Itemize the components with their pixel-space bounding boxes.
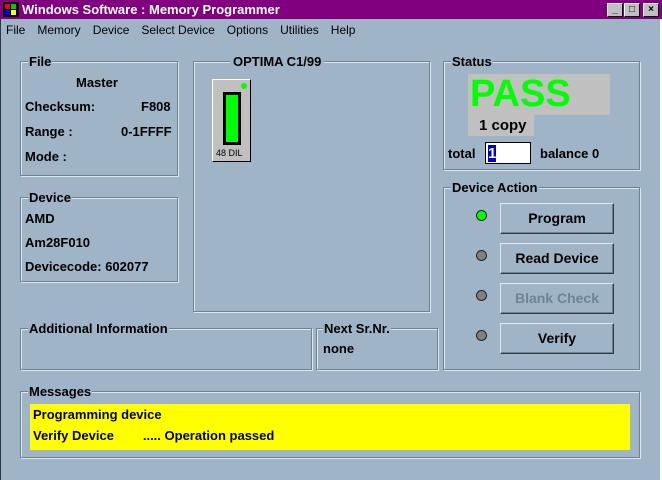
read-device-button[interactable]: Read Device — [500, 243, 614, 274]
menu-help[interactable]: Help — [331, 20, 362, 39]
device-action-title: Device Action — [451, 180, 539, 195]
menu-select-device[interactable]: Select Device — [141, 20, 220, 39]
socket-label: 48 DIL — [216, 148, 243, 158]
title-bar[interactable]: Windows Software : Memory Programmer _ □… — [0, 0, 662, 19]
file-name: Master — [76, 75, 118, 90]
device-group-title: Device — [28, 190, 72, 205]
window-border — [0, 19, 1, 480]
range-value: 0-1FFFF — [121, 124, 172, 139]
menu-utilities[interactable]: Utilities — [280, 20, 325, 39]
checksum-label: Checksum: — [25, 99, 96, 114]
next-serial-title: Next Sr.Nr. — [323, 321, 391, 336]
status-title: Status — [451, 54, 493, 69]
messages-title: Messages — [28, 384, 93, 399]
balance-text: balance 0 — [540, 146, 600, 161]
blank-check-button[interactable]: Blank Check — [500, 283, 614, 314]
message-line: Verify Device ..... Operation passed — [33, 428, 275, 443]
app-icon — [3, 2, 19, 17]
file-group: File Master Checksum: F808 Range : 0-1FF… — [20, 54, 178, 176]
range-label: Range : — [25, 124, 73, 139]
blank-check-led-icon — [476, 290, 487, 301]
close-button[interactable]: × — [643, 3, 659, 17]
next-serial-value: none — [323, 341, 355, 356]
file-group-title: File — [28, 54, 53, 69]
programmer-title: OPTIMA C1/99 — [230, 54, 325, 69]
socket-button[interactable]: 48 DIL — [212, 79, 251, 162]
next-serial-group: Next Sr.Nr. none — [316, 321, 438, 370]
maximize-button[interactable]: □ — [624, 3, 640, 17]
menu-memory[interactable]: Memory — [37, 20, 86, 39]
message-line: Programming device — [33, 407, 162, 422]
status-group: Status PASS 1 copy total 1 balance 0 — [443, 54, 640, 170]
messages-group: Messages Programming device Verify Devic… — [20, 384, 640, 458]
menu-device[interactable]: Device — [93, 20, 136, 39]
programmer-group: OPTIMA C1/99 48 DIL — [193, 54, 430, 312]
menu-bar: File Memory Device Select Device Options… — [0, 20, 662, 39]
program-button[interactable]: Program — [500, 203, 614, 234]
device-group: Device AMD Am28F010 Devicecode: 602077 — [20, 190, 178, 282]
device-maker: AMD — [25, 211, 55, 226]
total-input[interactable]: 1 — [485, 142, 531, 164]
device-code: Devicecode: 602077 — [25, 259, 149, 274]
copy-count: 1 copy — [479, 117, 527, 134]
total-label: total — [448, 146, 476, 161]
verify-led-icon — [476, 330, 487, 341]
total-value: 1 — [488, 145, 497, 162]
checksum-value: F808 — [141, 99, 171, 114]
verify-button[interactable]: Verify — [500, 323, 614, 354]
status-result: PASS — [470, 73, 571, 115]
program-led-icon — [476, 210, 487, 221]
chip-icon — [223, 92, 241, 145]
device-part: Am28F010 — [25, 235, 91, 250]
mode-label: Mode : — [25, 149, 67, 164]
minimize-button[interactable]: _ — [607, 3, 623, 17]
messages-list: Programming device Verify Device ..... O… — [30, 404, 630, 450]
window-title: Windows Software : Memory Programmer — [22, 2, 280, 17]
menu-file[interactable]: File — [6, 20, 31, 39]
additional-info-title: Additional Information — [28, 321, 169, 336]
socket-led — [241, 83, 247, 89]
read-led-icon — [476, 250, 487, 261]
additional-info-group: Additional Information — [20, 321, 312, 370]
menu-options[interactable]: Options — [227, 20, 274, 39]
device-action-group: Device Action Program Read Device Blank … — [443, 180, 640, 370]
